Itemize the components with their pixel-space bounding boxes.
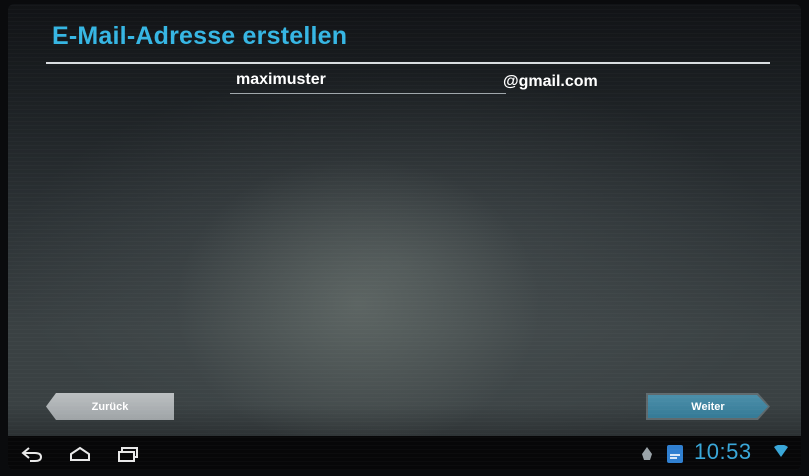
- domain-suffix: @gmail.com: [503, 73, 598, 90]
- recent-apps-nav-icon[interactable]: [116, 445, 140, 463]
- screen: E-Mail-Adresse erstellen @gmail.com Zurü…: [8, 4, 801, 470]
- next-button[interactable]: Weiter: [646, 393, 770, 420]
- title-divider: [46, 62, 770, 64]
- next-button-label: Weiter: [691, 400, 725, 413]
- status-clock: 10:53: [694, 439, 752, 464]
- android-notification-icon[interactable]: [639, 445, 655, 461]
- wifi-icon: [774, 445, 788, 457]
- back-button[interactable]: Zurück: [46, 393, 174, 420]
- app-notification-icon[interactable]: [667, 445, 683, 463]
- home-nav-icon[interactable]: [68, 445, 92, 463]
- back-nav-icon[interactable]: [20, 445, 44, 463]
- back-button-label: Zurück: [91, 400, 129, 413]
- next-button-face: Weiter: [648, 395, 768, 418]
- page-title: E-Mail-Adresse erstellen: [52, 22, 348, 50]
- username-input[interactable]: [230, 67, 506, 94]
- system-navigation-bar: [8, 436, 801, 470]
